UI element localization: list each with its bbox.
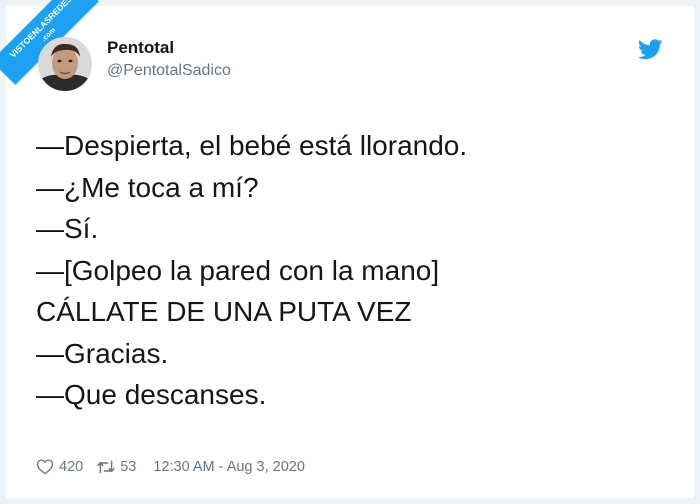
- like-count: 420: [59, 458, 84, 475]
- retweet-icon: [97, 460, 115, 473]
- tweet-line: —Que descanses.: [36, 379, 267, 410]
- tweet-timestamp[interactable]: 12:30 AM - Aug 3, 2020: [153, 459, 305, 475]
- tweet-line: —¿Me toca a mí?: [36, 171, 259, 203]
- retweet-count: 53: [120, 458, 137, 475]
- retweet-action[interactable]: 53: [96, 459, 136, 475]
- like-action[interactable]: 420: [36, 458, 83, 475]
- tweet-line: —Gracias.: [36, 337, 169, 369]
- avatar-portrait: [38, 37, 92, 91]
- username-handle[interactable]: @PentotalSadico: [107, 62, 231, 80]
- display-name[interactable]: Pentotal: [107, 38, 174, 58]
- tweet-line: —Sí.: [36, 213, 99, 244]
- avatar[interactable]: [38, 37, 92, 91]
- tweet-text: —Despierta, el bebé está llorando. —¿Me …: [36, 125, 676, 416]
- tweet-line: —Despierta, el bebé está llorando.: [36, 130, 468, 161]
- tweet-line: CÁLLATE DE UNA PUTA VEZ: [36, 296, 412, 327]
- tweet-meta: 420 53 12:30 AM - Aug 3, 2020: [36, 458, 305, 475]
- tweet-line: —[Golpeo la pared con la mano]: [36, 254, 440, 286]
- twitter-bird-icon[interactable]: [638, 39, 663, 60]
- heart-icon: [36, 459, 54, 475]
